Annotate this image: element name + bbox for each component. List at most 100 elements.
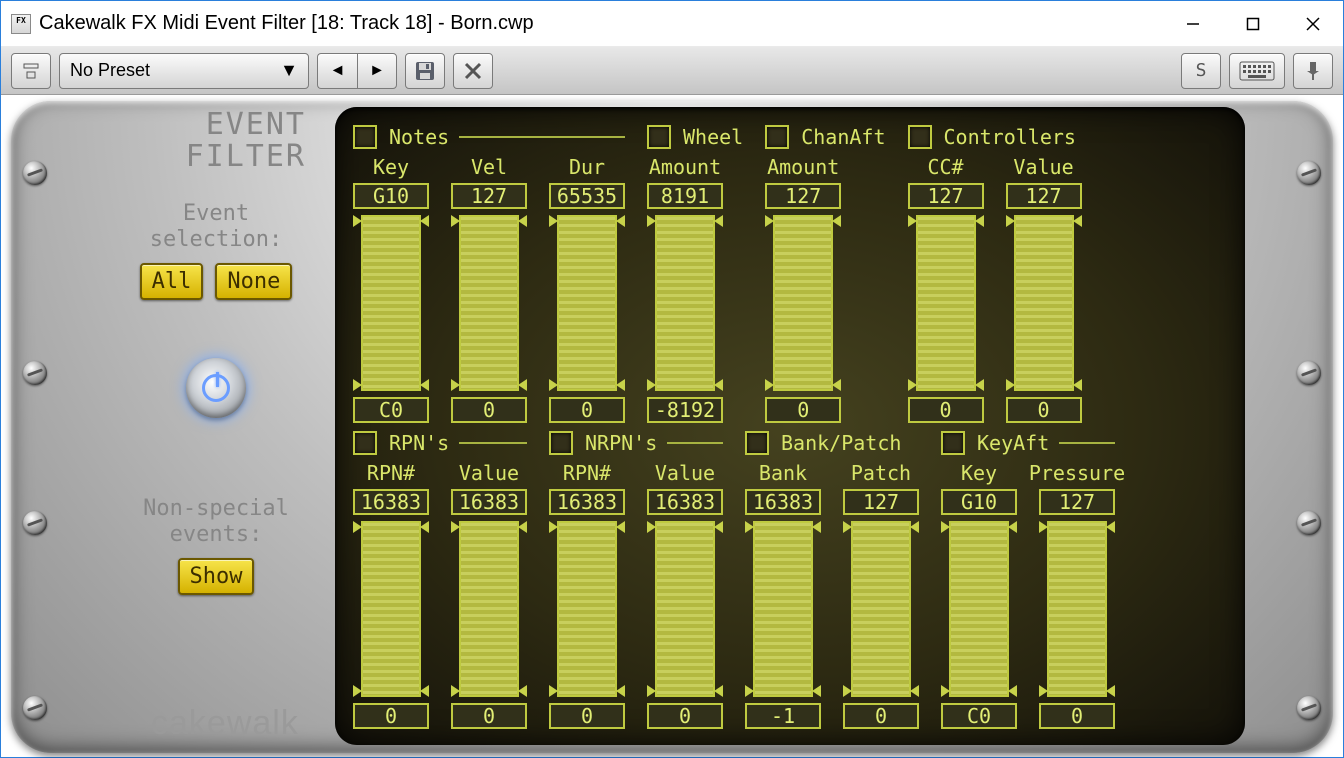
slider-max-value[interactable]: 127 — [451, 183, 527, 209]
range-slider[interactable] — [557, 215, 617, 391]
s-button[interactable]: S — [1181, 53, 1221, 89]
preset-prev-button[interactable]: ◄ — [317, 53, 357, 89]
range-slider[interactable] — [753, 521, 813, 697]
slider-min-value[interactable]: 0 — [647, 703, 723, 729]
group-label: KeyAft — [977, 431, 1049, 455]
select-all-button[interactable]: All — [140, 263, 204, 300]
slider-max-value[interactable]: 16383 — [745, 489, 821, 515]
group-label: ChanAft — [801, 125, 885, 149]
slider-handle-icon — [908, 215, 917, 227]
range-slider[interactable] — [361, 521, 421, 697]
slider-amount: Amount8191-8192 — [647, 155, 723, 423]
slider-handle-icon — [549, 521, 558, 533]
slider-label: Bank — [759, 461, 807, 485]
range-slider[interactable] — [459, 215, 519, 391]
slider-max-value[interactable]: 8191 — [647, 183, 723, 209]
slider-max-value[interactable]: 127 — [1006, 183, 1082, 209]
group-checkbox[interactable] — [745, 431, 769, 455]
show-button[interactable]: Show — [178, 558, 255, 595]
group-header: Notes — [353, 123, 625, 151]
slider-label: CC# — [927, 155, 963, 179]
minimize-button[interactable] — [1163, 4, 1223, 44]
range-slider[interactable] — [1047, 521, 1107, 697]
slider-handle-icon — [975, 215, 984, 227]
group-checkbox[interactable] — [549, 431, 573, 455]
slider-row: CC#1270Value1270 — [908, 155, 1082, 423]
slider-min-value[interactable]: 0 — [549, 397, 625, 423]
slider-min-value[interactable]: 0 — [353, 703, 429, 729]
triangle-right-icon: ► — [369, 62, 385, 80]
group-header: Controllers — [908, 123, 1082, 151]
range-slider[interactable] — [655, 521, 715, 697]
slider-max-value[interactable]: 127 — [1039, 489, 1115, 515]
slider-max-value[interactable]: 16383 — [451, 489, 527, 515]
slider-max-value[interactable]: 127 — [765, 183, 841, 209]
slider-handle-icon — [1106, 685, 1115, 697]
group-checkbox[interactable] — [765, 125, 789, 149]
group-checkbox[interactable] — [353, 431, 377, 455]
slider-max-value[interactable]: 16383 — [353, 489, 429, 515]
slider-max-value[interactable]: 16383 — [647, 489, 723, 515]
slider-min-value[interactable]: 0 — [451, 397, 527, 423]
group-checkbox[interactable] — [908, 125, 932, 149]
group-row-top: NotesKeyG10C0Vel1270Dur655350WheelAmount… — [353, 123, 1227, 423]
pin-button[interactable] — [1293, 53, 1333, 89]
plugin-panel: EVENT FILTER Event selection: All None N… — [11, 101, 1333, 753]
range-slider[interactable] — [851, 521, 911, 697]
left-panel: EVENT FILTER Event selection: All None N… — [111, 109, 321, 595]
slider-min-value[interactable]: C0 — [353, 397, 429, 423]
preset-next-button[interactable]: ► — [357, 53, 397, 89]
slider-handle-icon — [647, 521, 656, 533]
slider-min-value[interactable]: C0 — [941, 703, 1017, 729]
plugin-menu-button[interactable] — [11, 53, 51, 89]
slider-handle-icon — [832, 379, 841, 391]
range-slider[interactable] — [1014, 215, 1074, 391]
power-button[interactable] — [186, 358, 246, 418]
range-slider[interactable] — [361, 215, 421, 391]
group-wheel: WheelAmount8191-8192 — [647, 123, 743, 423]
group-row-bottom: RPN'sRPN#163830Value163830NRPN'sRPN#1638… — [353, 429, 1227, 729]
slider-handle-icon — [843, 685, 852, 697]
slider-max-value[interactable]: 127 — [908, 183, 984, 209]
slider-min-value[interactable]: 0 — [843, 703, 919, 729]
range-slider[interactable] — [459, 521, 519, 697]
slider-max-value[interactable]: 16383 — [549, 489, 625, 515]
slider-min-value[interactable]: 0 — [1039, 703, 1115, 729]
group-checkbox[interactable] — [353, 125, 377, 149]
group-checkbox[interactable] — [941, 431, 965, 455]
screw-icon — [1297, 696, 1321, 720]
maximize-button[interactable] — [1223, 4, 1283, 44]
slider-min-value[interactable]: -8192 — [647, 397, 723, 423]
slider-min-value[interactable]: 0 — [1006, 397, 1082, 423]
range-slider[interactable] — [557, 521, 617, 697]
slider-min-value[interactable]: 0 — [908, 397, 984, 423]
slider-max-value[interactable]: 65535 — [549, 183, 625, 209]
slider-max-value[interactable]: G10 — [941, 489, 1017, 515]
slider-handle-icon — [910, 521, 919, 533]
slider-handle-icon — [745, 521, 754, 533]
select-none-button[interactable]: None — [215, 263, 292, 300]
range-slider[interactable] — [916, 215, 976, 391]
slider-min-value[interactable]: 0 — [451, 703, 527, 729]
preset-select[interactable]: No Preset ▼ — [59, 53, 309, 89]
divider-line — [459, 136, 625, 138]
brand-logo: cakewalk — [151, 704, 299, 743]
range-slider[interactable] — [773, 215, 833, 391]
event-selection-buttons: All None — [140, 263, 293, 300]
save-preset-button[interactable] — [405, 53, 445, 89]
slider-min-value[interactable]: -1 — [745, 703, 821, 729]
group-controllers: ControllersCC#1270Value1270 — [908, 123, 1082, 423]
delete-preset-button[interactable] — [453, 53, 493, 89]
range-slider[interactable] — [949, 521, 1009, 697]
keyboard-button[interactable] — [1229, 53, 1285, 89]
divider-line — [459, 442, 527, 444]
slider-max-value[interactable]: 127 — [843, 489, 919, 515]
slider-min-value[interactable]: 0 — [549, 703, 625, 729]
group-checkbox[interactable] — [647, 125, 671, 149]
close-button[interactable] — [1283, 4, 1343, 44]
slider-max-value[interactable]: G10 — [353, 183, 429, 209]
slider-min-value[interactable]: 0 — [765, 397, 841, 423]
slider-pressure: Pressure1270 — [1039, 461, 1115, 729]
parameter-panel: NotesKeyG10C0Vel1270Dur655350WheelAmount… — [335, 107, 1245, 745]
range-slider[interactable] — [655, 215, 715, 391]
